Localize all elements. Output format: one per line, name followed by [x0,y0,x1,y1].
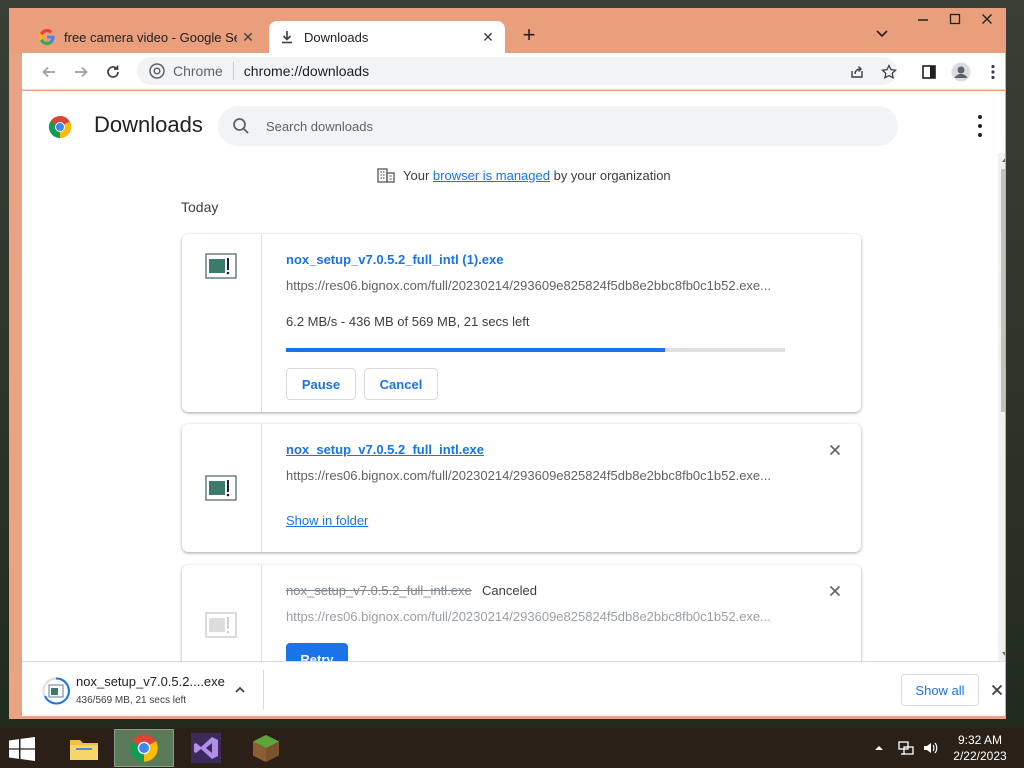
shelf-filename[interactable]: nox_setup_v7.0.5.2....exe [76,674,225,689]
side-panel-icon[interactable] [918,61,940,83]
search-downloads-box[interactable] [218,106,898,146]
managed-suffix: by your organization [553,167,671,183]
remove-from-list-icon[interactable] [827,442,843,458]
windows-taskbar: 9:32 AM 2/22/2023 [0,728,1024,768]
scroll-up-arrow[interactable] [1002,157,1005,162]
chevron-up-icon[interactable] [232,682,248,698]
back-button[interactable] [38,61,60,83]
download-filename[interactable]: nox_setup_v7.0.5.2_full_intl.exe [286,442,484,457]
windows-start-icon[interactable] [8,737,38,761]
show-all-button[interactable]: Show all [901,674,979,706]
download-url[interactable]: https://res06.bignox.com/full/20230214/2… [286,278,786,293]
remove-from-list-icon[interactable] [827,583,843,599]
download-item: nox_setup_v7.0.5.2_full_intl (1).exe htt… [182,234,861,412]
reload-button[interactable] [102,61,124,83]
tab-downloads[interactable]: Downloads ✕ [269,21,505,53]
download-progress-status: 6.2 MB/s - 436 MB of 569 MB, 21 secs lef… [286,314,530,329]
google-g-icon [39,29,55,45]
page-scrollbar[interactable] [998,153,1005,661]
minecraft-icon[interactable] [236,729,296,767]
download-filename: nox_setup_v7.0.5.2_full_intl.exe [286,583,472,598]
forward-button[interactable] [70,61,92,83]
more-actions-icon[interactable] [972,115,988,137]
clock-time: 9:32 AM [957,733,1003,747]
scroll-down-arrow[interactable] [1002,652,1005,657]
managed-prefix: Your [403,167,430,183]
site-label: Chrome [173,63,223,79]
progress-fill [286,348,666,352]
shelf-divider [263,670,264,710]
cancel-button[interactable]: Cancel [364,368,438,400]
chrome-icon[interactable] [114,729,174,767]
page-title: Downloads [94,112,203,137]
download-item: nox_setup_v7.0.5.2_full_intl.exe https:/… [182,424,861,552]
browser-toolbar: Chrome chrome://downloads [22,53,1005,90]
tab-title: free camera video - Google Sear [64,29,237,45]
clock-date: 2/22/2023 [953,749,1007,763]
shelf-status: 436/569 MB, 21 secs left [76,695,187,706]
file-icon-column [182,565,262,661]
show-hidden-icons-icon[interactable] [874,728,884,768]
tab-google-search[interactable]: free camera video - Google Sear ✕ [29,21,265,53]
download-item: nox_setup_v7.0.5.2_full_intl.exe Cancele… [182,565,861,661]
share-icon[interactable] [846,61,868,83]
executable-file-icon [205,612,237,638]
building-icon [377,167,395,183]
volume-icon[interactable] [922,728,938,768]
download-shelf: nox_setup_v7.0.5.2....exe 436/569 MB, 21… [22,661,1005,716]
tab-close-icon[interactable]: ✕ [237,29,259,46]
tab-search-chevron-icon[interactable] [875,26,895,46]
system-clock[interactable]: 9:32 AM 2/22/2023 [944,732,1016,764]
scrollbar-thumb[interactable] [1001,169,1005,412]
download-state-label: Canceled [482,583,537,598]
search-icon [232,117,250,135]
file-icon-column [182,234,262,412]
visual-studio-icon[interactable] [176,729,236,767]
bookmark-star-icon[interactable] [878,61,900,83]
search-input[interactable] [266,118,866,134]
show-in-folder-link[interactable]: Show in folder [286,513,368,528]
download-url[interactable]: https://res06.bignox.com/full/20230214/2… [286,468,786,483]
download-url[interactable]: https://res06.bignox.com/full/20230214/2… [286,609,786,624]
chrome-logo-icon [48,115,72,139]
close-window-button[interactable] [971,12,1003,32]
profile-avatar-icon[interactable] [950,61,972,83]
download-icon [279,29,295,45]
tab-title: Downloads [304,29,369,45]
url-text: chrome://downloads [243,63,370,79]
date-section-heading: Today [181,199,219,215]
download-progress-bar [286,348,785,352]
chrome-page-icon [149,63,165,79]
downloads-page: Downloads Your browser is managed by you… [22,91,1005,661]
new-tab-button[interactable]: + [517,24,541,48]
retry-button[interactable]: Retry [286,643,348,661]
file-explorer-icon[interactable] [54,729,114,767]
maximize-button[interactable] [939,12,971,32]
network-icon[interactable] [898,728,914,768]
executable-file-icon [205,475,237,501]
managed-notice: Your browser is managed by your organiza… [377,167,671,183]
close-shelf-icon[interactable] [989,682,1005,698]
downloads-header: Downloads [22,91,1005,151]
omnibox-divider [232,62,234,80]
executable-file-icon [205,253,237,279]
browser-menu-icon[interactable] [982,61,1004,83]
download-filename[interactable]: nox_setup_v7.0.5.2_full_intl (1).exe [286,252,503,267]
minimize-button[interactable] [907,12,939,32]
downloading-file-icon[interactable] [42,677,70,705]
pause-button[interactable]: Pause [286,368,356,400]
tab-close-icon[interactable]: ✕ [477,29,499,46]
file-icon-column [182,424,262,552]
address-bar[interactable]: Chrome chrome://downloads [137,57,897,85]
browser-window: free camera video - Google Sear ✕ Downlo… [9,8,1006,719]
managed-link[interactable]: browser is managed [433,168,550,183]
